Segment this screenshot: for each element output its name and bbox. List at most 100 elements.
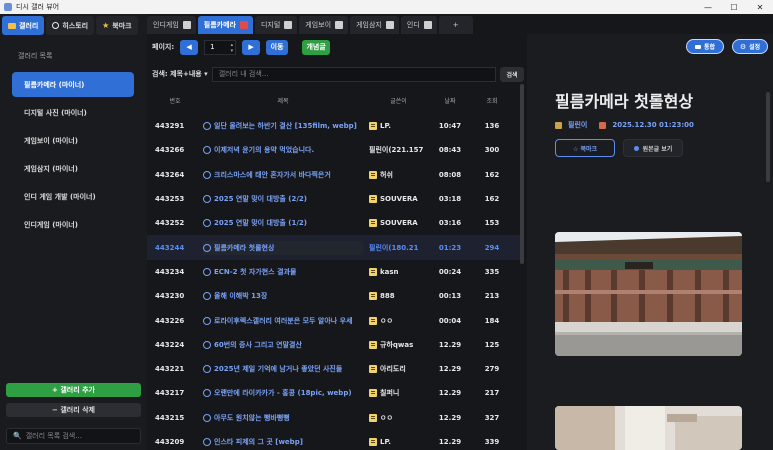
table-row[interactable]: 443209 인스타 피제의 그 곳 [webp] LP. 12.29 339 xyxy=(147,430,523,450)
tab-close-icon[interactable] xyxy=(239,21,248,29)
post-title-cell[interactable]: 크리스마스에 태안 혼자가서 바다찍은거 xyxy=(203,170,363,180)
post-author-cell[interactable]: kasn xyxy=(363,267,428,276)
pager: 페이지: ◀ 1 ▴ ▾ ▶ 이동 개념글 xyxy=(152,39,331,55)
post-author-cell[interactable]: LP. xyxy=(363,122,428,131)
gallery-item-indie-game[interactable]: 인디게임 (마이너) xyxy=(12,212,134,237)
post-title-cell[interactable]: 2025 연말 맞이 대방출 (2/2) xyxy=(203,194,363,204)
page-spinner-icon[interactable]: ▴ ▾ xyxy=(231,42,234,54)
app-icon xyxy=(4,3,12,11)
page-number-input[interactable]: 1 ▴ ▾ xyxy=(204,39,237,55)
tab-close-icon[interactable] xyxy=(335,21,344,29)
post-author-cell[interactable]: 칠퍼니 xyxy=(363,388,428,398)
post-author-cell[interactable]: 필린이(180.21 xyxy=(363,243,428,253)
tab-gameboy[interactable]: 게임보이 xyxy=(299,16,349,34)
table-row[interactable]: 443266 이제저녁 윤기의 용약 먹었습니다. 필린이(221.157 08:43… xyxy=(147,138,523,162)
table-row[interactable]: 443234 ECN-2 첫 자가현스 결과물 kasn 00:24 335 xyxy=(147,260,523,284)
window-title: 디시 갤러 뷰어 xyxy=(16,3,60,11)
table-row[interactable]: 443244 필름카메라 첫롤현상 필린이(180.21 01:23 294 xyxy=(147,235,523,260)
search-scope-dropdown[interactable]: 검색: 제목+내용 ▾ xyxy=(152,69,208,79)
table-row[interactable]: 443230 올해 이해박 13장 888 00:13 213 xyxy=(147,284,523,308)
gallery-item-gamesamji[interactable]: 게임삼지 (마이너) xyxy=(12,156,134,181)
table-row[interactable]: 443221 2025년 제일 기억에 남거나 좋았던 사진들 아리도리 12.29 2… xyxy=(147,357,523,381)
table-row[interactable]: 443291 일단 올려보는 하반기 결산 [135film, webp] LP. 1… xyxy=(147,114,523,138)
post-title-cell[interactable]: 일단 올려보는 하반기 결산 [135film, webp] xyxy=(203,121,363,131)
post-title-cell[interactable]: 로라이후렉스갤러리 여러분은 모두 알아나 우세 xyxy=(203,316,363,326)
post-title-cell[interactable]: 60번의 증사 그리고 연말결산 xyxy=(203,340,363,350)
table-row[interactable]: 443215 아무도 원치않는 뻥바뻥뻥 ㅇㅇ 12.29 327 xyxy=(147,406,523,430)
post-search-input[interactable]: 갤러리 내 검색... xyxy=(211,66,496,82)
tab-close-icon[interactable] xyxy=(385,21,394,29)
next-page-button[interactable]: ▶ xyxy=(242,39,261,55)
tab-close-icon[interactable] xyxy=(284,21,293,29)
table-row[interactable]: 443253 2025 연말 맞이 대방출 (2/2) SOUVERA 03:18 16… xyxy=(147,187,523,211)
post-author-cell[interactable]: ㅇㅇ xyxy=(363,413,428,423)
table-row[interactable]: 443217 오랜만에 라이카카가 - 홍콩 (18pic, webp) 칠퍼니 12… xyxy=(147,381,523,405)
search-button[interactable]: 검색 xyxy=(500,66,524,82)
post-detail-panel: 통합 ⚙ 설정 필름카메라 첫롤현상 필린이 2025.12.30 01:23:… xyxy=(527,34,773,450)
gallery-item-gameboy[interactable]: 게임보이 (마이너) xyxy=(12,128,134,153)
prev-page-button[interactable]: ◀ xyxy=(180,39,199,55)
fixed-nick-icon xyxy=(369,340,377,349)
post-title-cell[interactable]: 2025년 제일 기억에 남거나 좋았던 사진들 xyxy=(203,364,363,374)
nav-bookmark-button[interactable]: ★ 북마크 xyxy=(96,16,138,35)
tab-digital[interactable]: 디지털 xyxy=(254,16,298,34)
post-author-cell[interactable]: 아리도리 xyxy=(363,364,428,374)
post-author-cell[interactable]: 필린이(221.157 xyxy=(363,145,428,155)
post-title-text: 2025년 제일 기억에 남거나 좋았던 사진들 xyxy=(214,365,343,374)
table-row[interactable]: 443252 2025 연말 맞이 대방출 (1/2) SOUVERA 03:16 15… xyxy=(147,211,523,235)
post-title-cell[interactable]: 인스타 피제의 그 곳 [webp] xyxy=(203,437,363,447)
nav-history-button[interactable]: 히스토리 xyxy=(46,16,95,35)
post-type-icon xyxy=(203,267,211,276)
download-button[interactable]: 통합 xyxy=(686,39,724,54)
post-author-cell[interactable]: 규하qwas xyxy=(363,340,428,350)
post-author-cell[interactable]: 허쉬 xyxy=(363,170,428,180)
gallery-item-indie-dev[interactable]: 인디 게임 개발 (마이너) xyxy=(12,184,134,209)
post-title-cell[interactable]: ECN-2 첫 자가현스 결과물 xyxy=(203,267,363,277)
tab-indie[interactable]: 인디 xyxy=(400,16,437,34)
post-title-cell[interactable]: 오랜만에 라이카카가 - 홍콩 (18pic, webp) xyxy=(203,388,363,398)
tab-close-icon[interactable] xyxy=(182,21,191,29)
tab-close-icon[interactable] xyxy=(423,21,432,29)
add-gallery-button[interactable]: + 갤러리 추가 xyxy=(6,383,141,397)
post-author-cell[interactable]: SOUVERA xyxy=(363,219,428,228)
table-row[interactable]: 443264 크리스마스에 태안 혼자가서 바다찍은거 허쉬 08:08 162 xyxy=(147,163,523,187)
tab-gamesamji[interactable]: 게임삼지 xyxy=(350,16,399,34)
post-time: 03:18 xyxy=(438,195,462,204)
close-button[interactable]: ✕ xyxy=(747,0,773,14)
fixed-nick-icon xyxy=(369,170,377,179)
minimize-button[interactable]: — xyxy=(695,0,721,14)
post-author[interactable]: 필린이 xyxy=(568,120,587,130)
table-row[interactable]: 443226 로라이후렉스갤러리 여러분은 모두 알아나 우세 ㅇㅇ 00:04 184 xyxy=(147,308,523,332)
post-title-cell[interactable]: 올해 이해박 13장 xyxy=(203,291,363,301)
go-page-button[interactable]: 이동 xyxy=(266,39,289,55)
table-row[interactable]: 443224 60번의 증사 그리고 연말결산 규하qwas 12.29 125 xyxy=(147,333,523,357)
new-tab-button[interactable]: + xyxy=(438,16,473,34)
gallery-item-digital[interactable]: 디지털 사진 (마이너) xyxy=(12,100,134,125)
post-title-cell[interactable]: 필름카메라 첫롤현상 xyxy=(203,240,363,255)
post-author-cell[interactable]: ㅇㅇ xyxy=(363,316,428,326)
gallery-search-input[interactable]: 🔍 갤러리 목록 검색... xyxy=(6,428,141,444)
tab-indiegame[interactable]: 인디게임 xyxy=(147,16,196,34)
settings-label: 설정 xyxy=(749,44,761,51)
post-photo[interactable] xyxy=(555,232,742,356)
bookmark-button[interactable]: ☆ 북마크 xyxy=(555,139,615,157)
post-author-text: 허쉬 xyxy=(380,170,393,179)
post-title-cell[interactable]: 2025 연말 맞이 대방출 (1/2) xyxy=(203,218,363,228)
view-original-button[interactable]: 원본글 보기 xyxy=(623,139,683,157)
post-views: 213 xyxy=(484,292,500,301)
post-photo[interactable] xyxy=(555,406,742,450)
gallery-item-filmcamera[interactable]: 필름카메라 (마이너) xyxy=(12,72,134,97)
post-title-cell[interactable]: 아무도 원치않는 뻥바뻥뻥 xyxy=(203,413,363,423)
post-author-cell[interactable]: LP. xyxy=(363,438,428,446)
post-title-cell[interactable]: 이제저녁 윤기의 용약 먹었습니다. xyxy=(203,145,363,155)
concept-posts-button[interactable]: 개념글 xyxy=(302,39,331,55)
post-author-cell[interactable]: SOUVERA xyxy=(363,195,428,204)
remove-gallery-button[interactable]: − 갤러리 삭제 xyxy=(6,403,141,417)
detail-scrollbar[interactable] xyxy=(766,92,770,182)
post-author-cell[interactable]: 888 xyxy=(363,292,428,301)
tab-filmcamera[interactable]: 필름카메라 xyxy=(197,16,253,34)
list-scrollbar[interactable] xyxy=(520,84,524,264)
nav-gallery-button[interactable]: 갤러리 xyxy=(2,16,45,35)
maximize-button[interactable]: ☐ xyxy=(721,0,747,14)
settings-button[interactable]: ⚙ 설정 xyxy=(732,39,768,54)
